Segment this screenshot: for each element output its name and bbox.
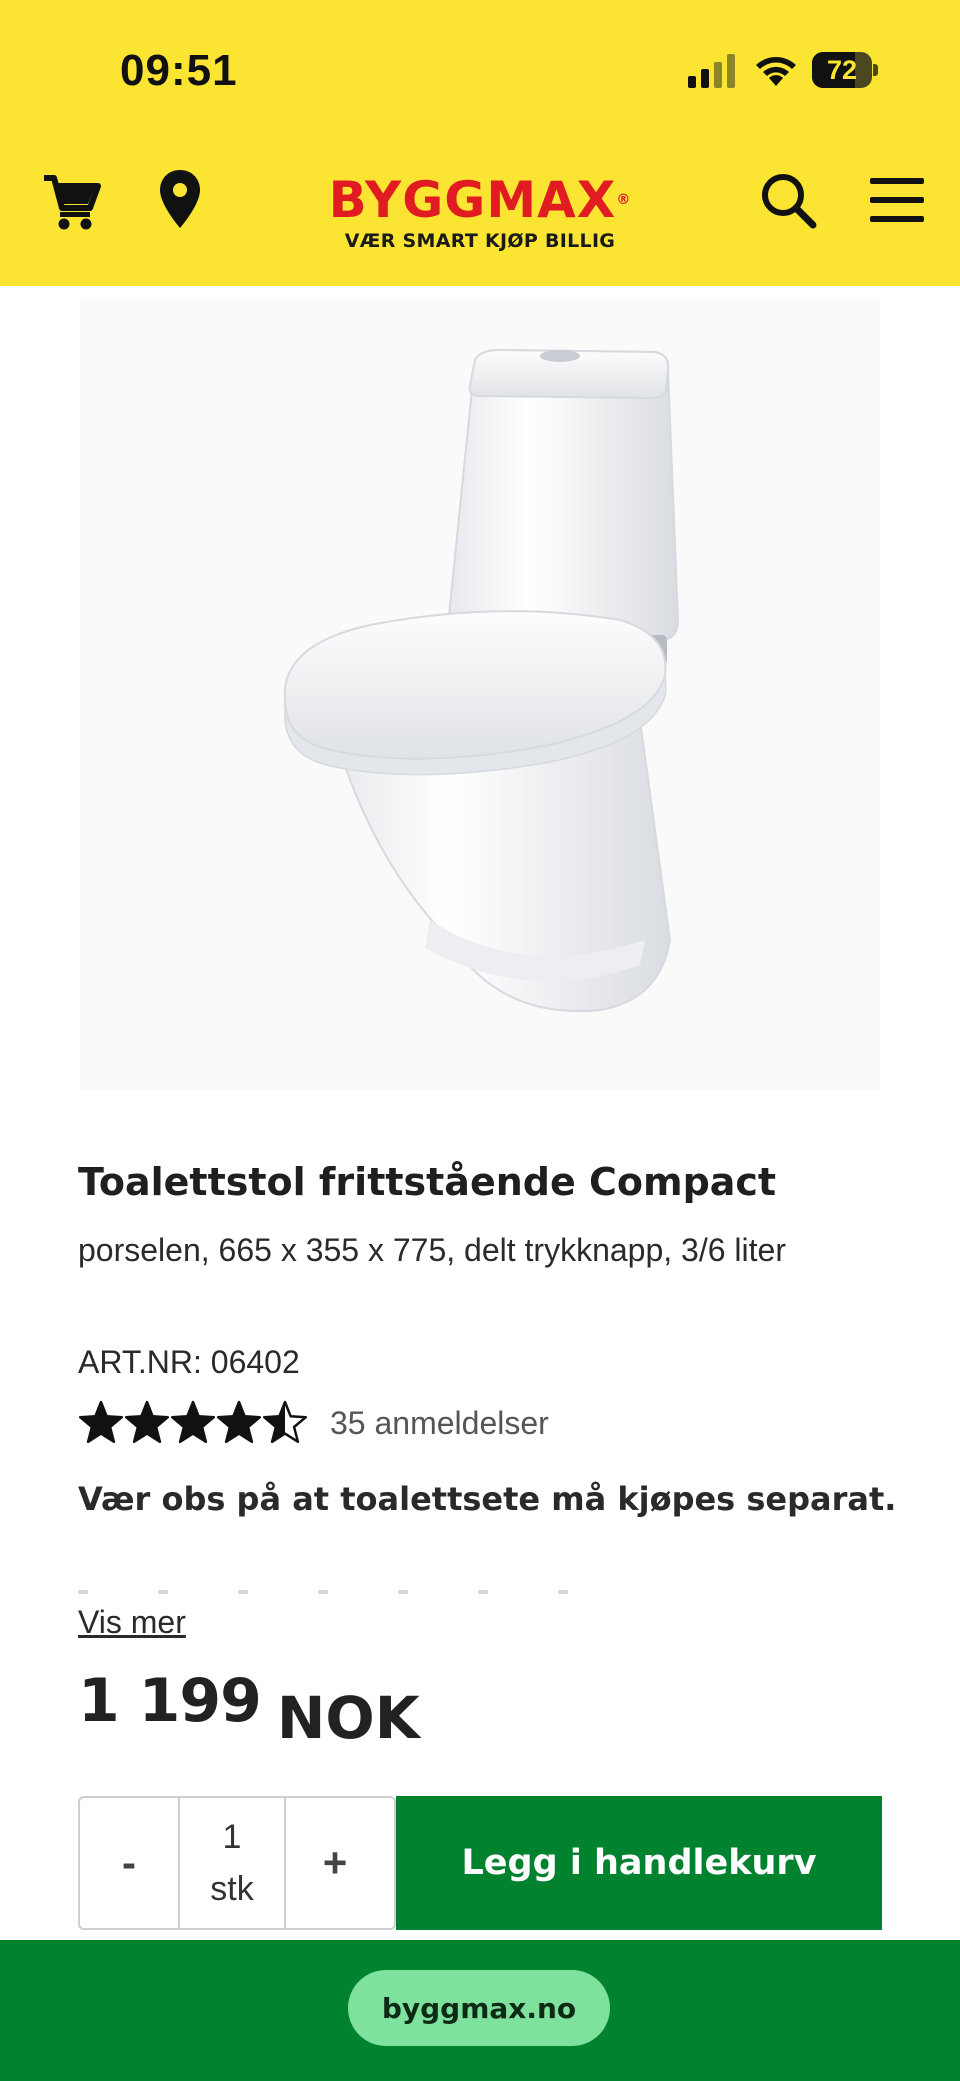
wifi-icon [756,57,796,86]
hamburger-menu-icon[interactable] [868,174,926,226]
navigation-bar: BYGGMAX® VÆR SMART KJØP BILLIG [0,150,960,270]
article-number: ART.NR: 06402 [78,1344,300,1380]
decrement-button[interactable]: - [80,1798,178,1928]
battery-icon: 72 [812,52,872,88]
review-count[interactable]: 35 anmeldelser [330,1405,549,1442]
search-icon[interactable] [758,170,818,230]
quantity-stepper: - 1 stk + [78,1796,396,1930]
battery-tip [873,64,878,76]
quantity-unit: stk [210,1870,254,1908]
shopping-cart-icon[interactable] [42,172,102,232]
price-amount: 1 199 [78,1666,262,1736]
product-rating[interactable]: 35 anmeldelser [78,1396,549,1450]
byggmax-logo[interactable]: BYGGMAX® VÆR SMART KJØP BILLIG [300,172,660,252]
product-image[interactable] [80,300,880,1090]
quantity-value: 1 [222,1818,242,1856]
truncated-description [78,1576,678,1596]
site-header: 09:51 72 BYGGMAX® VÆR SMART KJØP BILLIG [0,0,960,286]
logo-name: BYGGMAX® [328,171,632,229]
battery-indicator: 72 [812,52,878,88]
location-pin-icon[interactable] [156,168,204,230]
add-to-cart-button[interactable]: Legg i handlekurv [396,1796,882,1930]
star-half-icon [262,1400,308,1444]
star-full-icon [78,1400,124,1444]
star-full-icon [216,1400,262,1444]
status-time: 09:51 [120,46,238,95]
seat-notice: Vær obs på at toalettsete må kjøpes sepa… [78,1480,897,1518]
battery-percentage: 72 [826,55,858,85]
price-currency: NOK [276,1684,420,1752]
logo-tagline: VÆR SMART KJØP BILLIG [344,230,616,252]
increment-button[interactable]: + [286,1798,384,1928]
rating-stars [78,1400,308,1446]
cellular-signal-icon [688,54,735,88]
browser-bottom-bar: byggmax.no [0,1940,960,2081]
product-subtitle: porselen, 665 x 355 x 775, delt trykknap… [78,1232,786,1268]
star-full-icon [124,1400,170,1444]
url-bar[interactable]: byggmax.no [348,1970,610,2046]
product-title: Toalettstol frittstående Compact [78,1160,777,1204]
toilet-illustration [80,300,880,1090]
status-bar: 09:51 72 [0,0,960,140]
quantity-display[interactable]: 1 stk [178,1798,286,1928]
product-price: 1 199 NOK [78,1666,420,1752]
star-full-icon [170,1400,216,1444]
show-more-link[interactable]: Vis mer [78,1604,186,1641]
